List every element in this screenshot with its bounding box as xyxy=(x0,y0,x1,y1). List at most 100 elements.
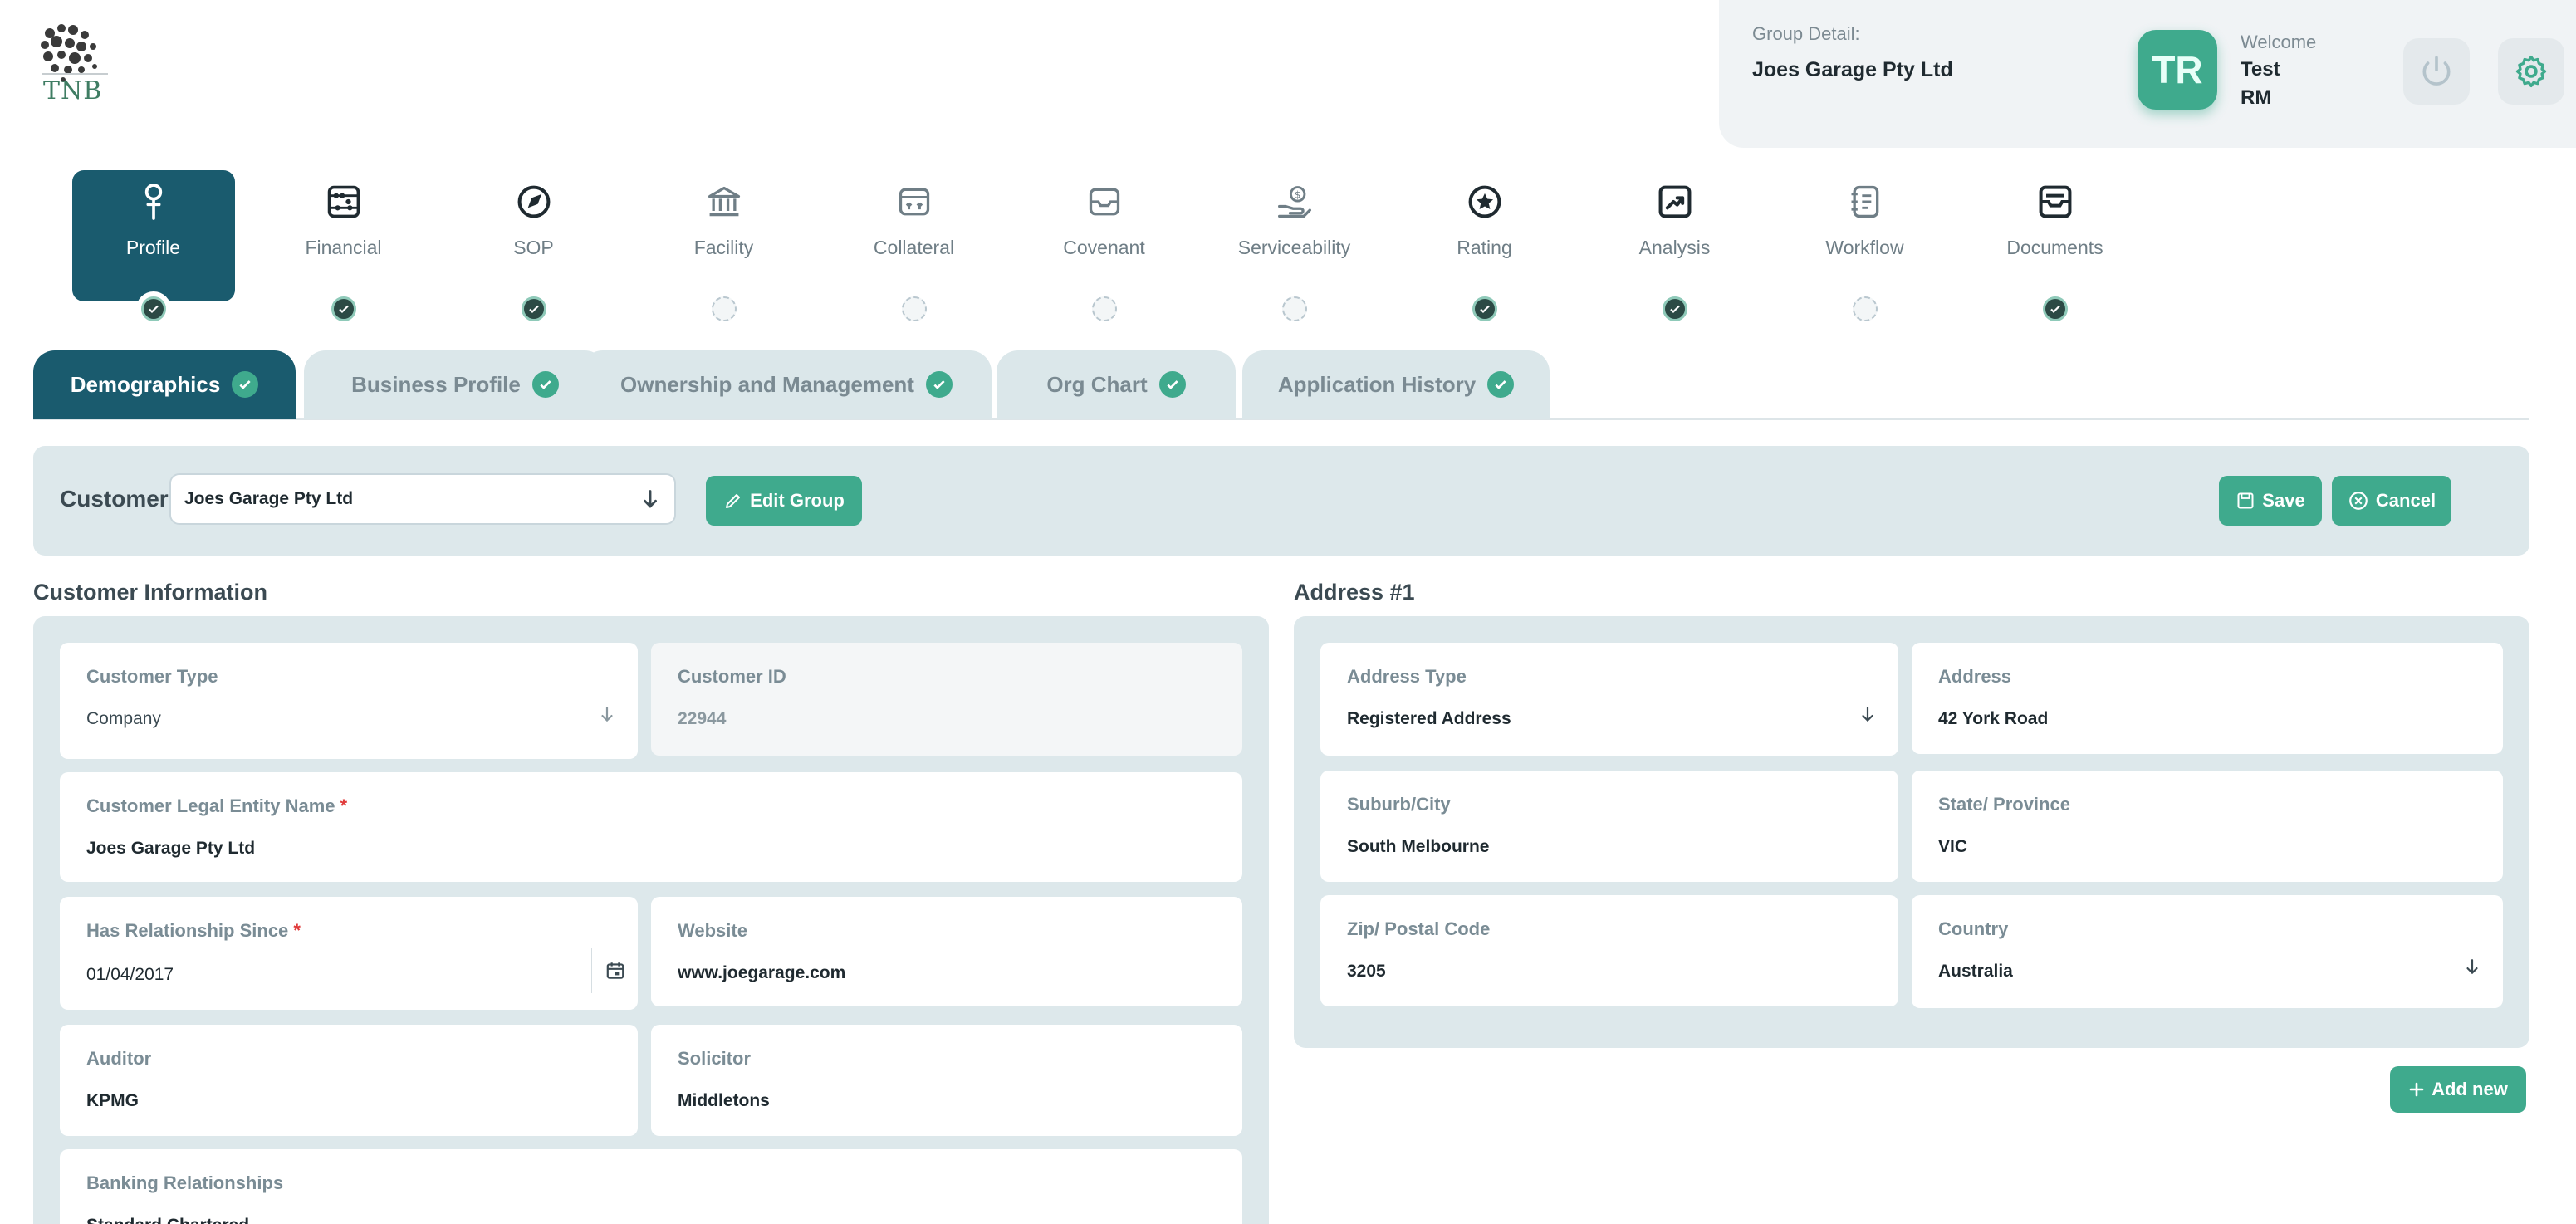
settings-button[interactable] xyxy=(2498,38,2564,105)
banking-relationships-value: Standard Chartered xyxy=(86,1216,249,1224)
field-label: Customer ID xyxy=(678,666,786,687)
relationship-since-value: 01/04/2017 xyxy=(86,965,174,984)
step-label: SOP xyxy=(513,237,554,258)
step-status-pending xyxy=(706,291,742,326)
welcome-label: Welcome xyxy=(2241,32,2317,52)
field-label: Auditor xyxy=(86,1048,152,1069)
customer-bar: Customer Joes Garage Pty Ltd Edit Group … xyxy=(33,446,2529,556)
step-status-complete xyxy=(135,291,171,326)
relationship-since-field[interactable]: Has Relationship Since * 01/04/2017 xyxy=(60,897,638,1010)
step-profile[interactable]: Profile xyxy=(58,170,248,326)
edit-group-button[interactable]: Edit Group xyxy=(706,476,862,526)
tab-ownership-management[interactable]: Ownership and Management xyxy=(581,350,992,419)
required-asterisk: * xyxy=(293,920,301,941)
step-label: Collateral xyxy=(873,237,955,258)
solicitor-field[interactable]: Solicitor Middletons xyxy=(651,1025,1242,1136)
arrow-down-icon xyxy=(1862,707,1873,722)
notebook-icon xyxy=(1845,182,1885,222)
step-documents[interactable]: Documents xyxy=(1960,170,2150,326)
address-type-field[interactable]: Address Type Registered Address xyxy=(1320,643,1898,756)
suburb-city-value: South Melbourne xyxy=(1347,837,1490,856)
check-circle-icon xyxy=(1487,371,1515,398)
step-label: Documents xyxy=(2006,237,2103,258)
step-status-pending xyxy=(1847,291,1883,326)
customer-select-value: Joes Garage Pty Ltd xyxy=(184,489,354,508)
plus-icon xyxy=(2409,1082,2424,1097)
user-name: Test xyxy=(2241,58,2280,81)
step-label: Serviceability xyxy=(1237,237,1351,258)
step-label: Rating xyxy=(1457,237,1512,258)
check-circle-icon xyxy=(1158,371,1186,398)
auditor-value: KPMG xyxy=(86,1091,139,1110)
required-asterisk: * xyxy=(340,796,348,816)
check-circle-icon xyxy=(925,371,953,398)
step-status-complete xyxy=(1657,291,1692,326)
logout-button[interactable] xyxy=(2403,38,2470,105)
suburb-city-field[interactable]: Suburb/City South Melbourne xyxy=(1320,771,1898,882)
document-stack-icon xyxy=(2035,182,2075,222)
postal-code-field[interactable]: Zip/ Postal Code 3205 xyxy=(1320,895,1898,1006)
tab-business-profile[interactable]: Business Profile xyxy=(304,350,606,419)
banking-relationships-field[interactable]: Banking Relationships Standard Chartered xyxy=(60,1149,1242,1224)
tab-application-history[interactable]: Application History xyxy=(1242,350,1550,419)
tab-label: Org Chart xyxy=(1046,371,1148,397)
step-facility[interactable]: Facility xyxy=(629,170,819,326)
step-label: Financial xyxy=(305,237,382,258)
logo-text: TNB xyxy=(43,76,103,105)
auditor-field[interactable]: Auditor KPMG xyxy=(60,1025,638,1136)
website-field[interactable]: Website www.joegarage.com xyxy=(651,897,1242,1006)
field-label: State/ Province xyxy=(1938,794,2070,815)
step-status-complete xyxy=(1467,291,1502,326)
step-serviceability[interactable]: $ Serviceability xyxy=(1199,170,1389,326)
add-new-address-button[interactable]: Add new xyxy=(2390,1066,2526,1113)
legal-entity-name-field[interactable]: Customer Legal Entity Name * Joes Garage… xyxy=(60,772,1242,882)
step-analysis[interactable]: Analysis xyxy=(1579,170,1770,326)
step-workflow[interactable]: Workflow xyxy=(1770,170,1960,326)
check-icon xyxy=(2050,305,2060,314)
archive-box-icon xyxy=(894,182,934,222)
solicitor-value: Middletons xyxy=(678,1091,770,1110)
step-label: Facility xyxy=(693,237,754,258)
user-header-panel: Group Detail: Joes Garage Pty Ltd TR Wel… xyxy=(1719,0,2576,148)
date-picker-button[interactable] xyxy=(591,948,638,993)
tab-label: Business Profile xyxy=(351,371,521,397)
cancel-button[interactable]: Cancel xyxy=(2332,476,2451,526)
step-status-pending xyxy=(1276,291,1312,326)
step-status-complete xyxy=(2037,291,2073,326)
person-pin-icon xyxy=(134,182,174,222)
bank-icon xyxy=(704,182,744,222)
step-status-complete xyxy=(326,291,361,326)
step-rating[interactable]: Rating xyxy=(1389,170,1579,326)
state-province-value: VIC xyxy=(1938,837,1968,856)
legal-entity-name-value: Joes Garage Pty Ltd xyxy=(86,839,256,858)
abacus-icon xyxy=(324,182,364,222)
tab-label: Demographics xyxy=(70,371,221,397)
postal-code-value: 3205 xyxy=(1347,962,1386,981)
tab-demographics[interactable]: Demographics xyxy=(33,350,296,419)
address-line-field[interactable]: Address 42 York Road xyxy=(1912,643,2503,754)
power-icon xyxy=(2422,56,2451,86)
inbox-icon xyxy=(1085,182,1124,222)
floppy-disk-icon xyxy=(2237,492,2254,509)
country-value: Australia xyxy=(1938,962,2013,981)
customer-information-title: Customer Information xyxy=(33,580,268,605)
step-sop[interactable]: SOP xyxy=(438,170,629,326)
step-covenant[interactable]: Covenant xyxy=(1009,170,1199,326)
field-label: Address Type xyxy=(1347,666,1467,687)
address-line-value: 42 York Road xyxy=(1938,709,2049,728)
avatar[interactable]: TR xyxy=(2138,30,2217,110)
customer-select[interactable]: Joes Garage Pty Ltd xyxy=(169,473,676,525)
group-detail-label: Group Detail: xyxy=(1752,23,1860,44)
customer-id-field: Customer ID 22944 xyxy=(651,643,1242,756)
country-field[interactable]: Country Australia xyxy=(1912,895,2503,1008)
state-province-field[interactable]: State/ Province VIC xyxy=(1912,771,2503,882)
hand-coin-icon: $ xyxy=(1275,182,1315,222)
customer-type-field[interactable]: Customer Type Company xyxy=(60,643,638,759)
step-financial[interactable]: Financial xyxy=(248,170,438,326)
step-profile-tile[interactable]: Profile xyxy=(71,170,235,301)
gear-icon xyxy=(2515,55,2547,88)
tab-org-chart[interactable]: Org Chart xyxy=(997,350,1236,419)
save-button[interactable]: Save xyxy=(2219,476,2322,526)
trend-chart-icon xyxy=(1655,182,1695,222)
step-collateral[interactable]: Collateral xyxy=(819,170,1009,326)
